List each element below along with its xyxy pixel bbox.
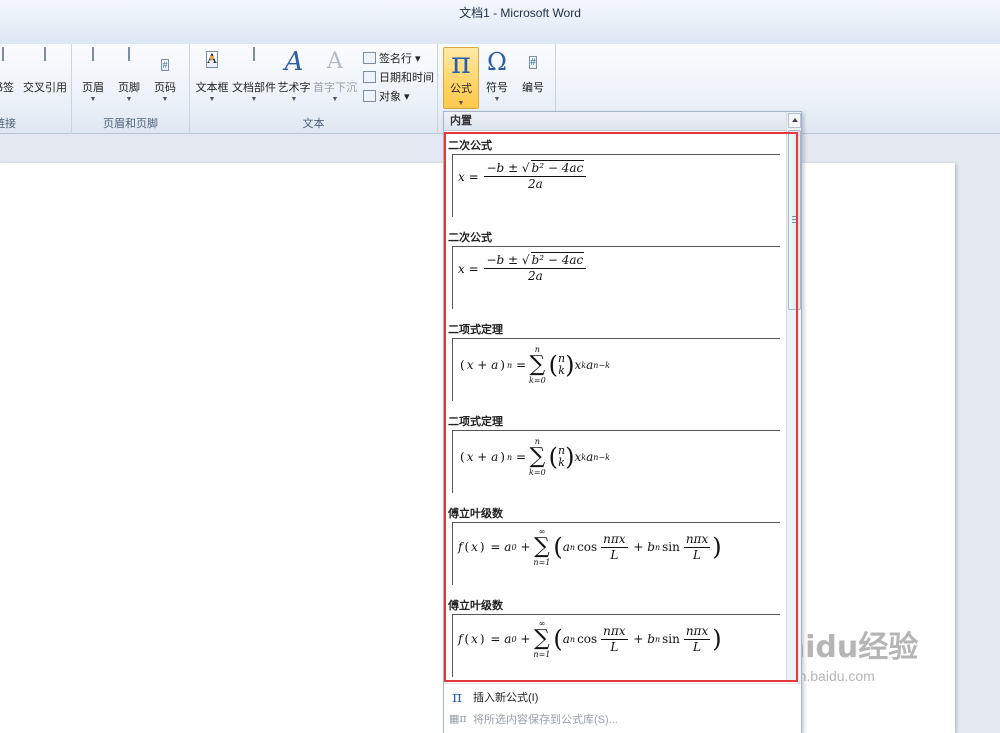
quick-parts-label: 文档部件 xyxy=(232,82,276,94)
footer-label: 页脚 xyxy=(118,82,140,94)
chevron-down-icon: ▼ xyxy=(208,96,216,103)
equation-preview: (x + a) n = n ∑ k=0 (n k) x k a n−k xyxy=(452,338,780,401)
fourier-equation: f(x) = a0 + ∞ ∑ n=1 (a n cos nπx L + b n sin nπx L… xyxy=(458,527,722,567)
bookmark-label: 书签 xyxy=(0,82,14,94)
chevron-down-icon: ▼ xyxy=(290,96,298,103)
quick-parts-icon xyxy=(242,47,266,76)
chevron-down-icon: ▼ xyxy=(161,96,169,103)
equation-preview: f(x) = a0 + ∞ ∑ n=1 (a n cos nπx L + b n sin nπx L… xyxy=(452,522,780,585)
gallery-item-binomial-theorem[interactable]: 二项式定理 (x + a) n = n ∑ k=0 (n k) x k a n−k xyxy=(448,410,783,502)
header-label: 页眉 xyxy=(82,82,104,94)
binomial-equation: (x + a) n = n ∑ k=0 (n k) x k a n−k xyxy=(460,437,610,477)
omega-icon: Ω xyxy=(487,48,507,76)
chevron-down-icon: ▼ xyxy=(331,96,339,103)
drop-cap-icon: A xyxy=(327,49,343,74)
text-box-label: 文本框 xyxy=(195,82,229,94)
cross-reference-label: 交叉引用 xyxy=(23,82,67,94)
cross-reference-icon xyxy=(33,47,57,76)
pi-icon: π xyxy=(451,46,471,81)
footer-button[interactable]: 页脚 ▼ xyxy=(114,47,144,103)
gallery-item-title: 二次公式 xyxy=(448,232,492,244)
group-label-header-footer: 页眉和页脚 xyxy=(103,118,158,130)
gallery-item-fourier-series[interactable]: 傅立叶级数 f(x) = a0 + ∞ ∑ n=1 (a n cos nπx L + bns… xyxy=(448,502,783,594)
gallery-item-title: 二项式定理 xyxy=(448,324,503,336)
ribbon-group-links: 书签 交叉引用 链接 xyxy=(0,44,72,134)
signature-line-button[interactable]: 签名行 ▾ xyxy=(363,50,421,66)
page-number-button[interactable]: # 页码 ▼ xyxy=(150,48,180,103)
ribbon-group-header-footer: 页眉 ▼ 页脚 ▼ # 页码 ▼ 页眉和页脚 xyxy=(72,44,190,134)
date-time-label: 日期和时间 xyxy=(379,72,434,84)
signature-line-icon xyxy=(363,52,376,64)
symbol-label: 符号 xyxy=(486,82,508,94)
chevron-down-icon: ▼ xyxy=(125,96,133,103)
quick-parts-button[interactable]: 文档部件 ▼ xyxy=(232,47,276,103)
numbering-icon: # xyxy=(529,56,537,69)
save-to-gallery-icon: ▦π xyxy=(449,712,467,725)
object-button[interactable]: 对象 ▾ xyxy=(363,88,410,104)
group-label-text: 文本 xyxy=(302,118,325,130)
save-selection-to-gallery-item[interactable]: ▦π 将所选内容保存到公式库(S)... xyxy=(444,709,801,731)
wordart-button[interactable]: A 艺术字 ▼ xyxy=(277,48,311,103)
chevron-down-icon: ▼ xyxy=(89,96,97,103)
equation-preview: x = −b ± √ b² − 4ac 2a xyxy=(452,246,780,309)
quadratic-equation: x = −b ± √ b² − 4ac 2a xyxy=(458,160,588,191)
numbering-label: 编号 xyxy=(522,82,544,94)
header-icon xyxy=(81,47,105,76)
date-time-button[interactable]: 日期和时间 xyxy=(363,69,434,85)
scroll-up-arrow-icon[interactable] xyxy=(788,113,801,128)
insert-new-equation-item[interactable]: π 插入新公式(I) xyxy=(444,687,801,709)
text-box-icon: A xyxy=(206,51,218,68)
drop-cap-label: 首字下沉 xyxy=(313,82,357,94)
page-number-label: 页码 xyxy=(154,82,176,94)
gallery-menu: π 插入新公式(I) ▦π 将所选内容保存到公式库(S)... xyxy=(444,683,801,733)
save-selection-to-gallery-label: 将所选内容保存到公式库(S)... xyxy=(473,714,618,726)
group-label-links: 链接 xyxy=(0,118,16,130)
equation-gallery: 内置 二次公式 x = −b ± √ b² − 4ac 2a 二次公式 x = −b… xyxy=(443,111,802,733)
drop-cap-button[interactable]: A 首字下沉 ▼ xyxy=(313,48,357,103)
title-bar: 文档1 - Microsoft Word xyxy=(0,0,1000,44)
header-button[interactable]: 页眉 ▼ xyxy=(78,47,108,103)
signature-line-label: 签名行 ▾ xyxy=(379,53,421,65)
gallery-item-title: 二项式定理 xyxy=(448,416,503,428)
wordart-icon: A xyxy=(284,47,304,77)
equation-label: 公式 xyxy=(450,83,472,95)
fourier-equation: f(x) = a0 + ∞ ∑ n=1 (a n cos nπx L + b n sin nπx L… xyxy=(458,619,722,659)
symbol-button[interactable]: Ω 符号 ▼ xyxy=(482,48,512,103)
ribbon-group-text: A 文本框 ▼ 文档部件 ▼ A 艺术字 ▼ A 首字下沉 ▼ 签名行 ▾ 日期… xyxy=(190,44,438,134)
wordart-label: 艺术字 xyxy=(277,82,311,94)
text-box-button[interactable]: A 文本框 ▼ xyxy=(194,48,230,103)
equation-preview: x = −b ± √ b² − 4ac 2a xyxy=(452,154,780,217)
cross-reference-button[interactable]: 交叉引用 xyxy=(22,47,68,95)
bookmark-button[interactable]: 书签 xyxy=(0,47,18,98)
chevron-down-icon: ▼ xyxy=(457,100,465,107)
gallery-header: 内置 xyxy=(444,112,787,131)
object-label: 对象 ▾ xyxy=(379,91,410,103)
gallery-item-title: 二次公式 xyxy=(448,140,492,152)
object-icon xyxy=(363,90,376,102)
chevron-down-icon: ▼ xyxy=(250,96,258,103)
numbering-button[interactable]: # 编号 xyxy=(518,48,548,95)
footer-icon xyxy=(117,47,141,76)
equation-preview: f(x) = a0 + ∞ ∑ n=1 (a n cos nπx L + b n sin nπx L… xyxy=(452,614,780,677)
gallery-item-quadratic-formula[interactable]: 二次公式 x = −b ± √ b² − 4ac 2a xyxy=(448,226,783,318)
equation-button[interactable]: π 公式 ▼ xyxy=(443,47,479,109)
gallery-item-title: 傅立叶级数 xyxy=(448,600,503,612)
calendar-icon xyxy=(363,71,376,83)
pi-icon: π xyxy=(452,688,462,706)
bookmark-icon xyxy=(0,47,15,76)
gallery-item-binomial-theorem[interactable]: 二项式定理 (x + a) n = n ∑ k=0 (n k) x k a n−k xyxy=(448,318,783,410)
gallery-item-quadratic-formula[interactable]: 二次公式 x = −b ± √ b² − 4ac 2a xyxy=(448,134,783,226)
insert-new-equation-label: 插入新公式(I) xyxy=(473,692,539,704)
chevron-down-icon: ▼ xyxy=(493,96,501,103)
window-title: 文档1 - Microsoft Word xyxy=(459,6,581,20)
gallery-item-title: 傅立叶级数 xyxy=(448,508,503,520)
equation-preview: (x + a) n = n ∑ k=0 (n k) x k a n−k xyxy=(452,430,780,493)
gallery-item-fourier-series[interactable]: 傅立叶级数 f(x) = a0 + ∞ ∑ n=1 (a n cos nπx L + bns… xyxy=(448,594,783,686)
binomial-equation: (x + a) n = n ∑ k=0 (n k) x k a n−k xyxy=(460,345,610,385)
page-number-icon: # xyxy=(161,59,169,71)
quadratic-equation: x = −b ± √ b² − 4ac 2a xyxy=(458,252,588,283)
